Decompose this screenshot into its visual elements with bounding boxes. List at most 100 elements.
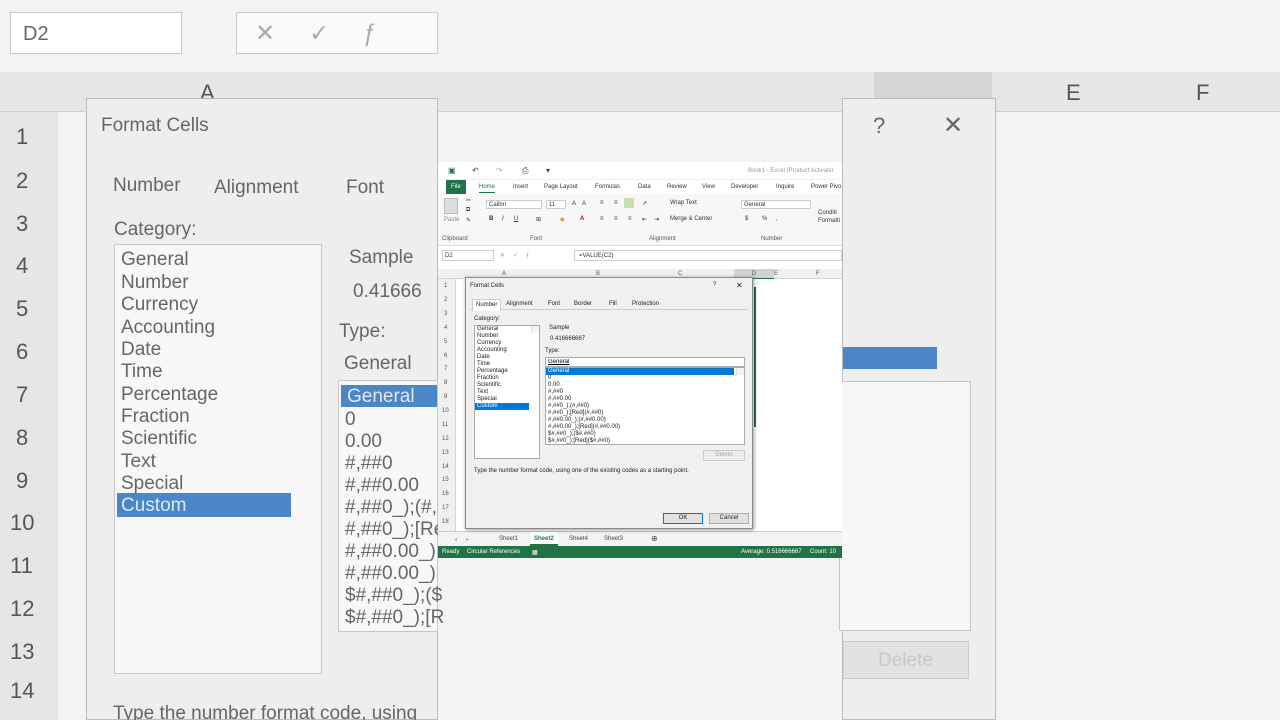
category-list[interactable]: General Number Currency Accounting Date … — [474, 325, 540, 459]
row-7[interactable]: 7 — [444, 366, 447, 372]
number-format-select[interactable]: General — [741, 200, 811, 209]
row-3[interactable]: 3 — [444, 311, 447, 317]
category-special[interactable]: Special — [475, 396, 539, 403]
type-item[interactable]: #,##0.00_);[Red](#,##0.00) — [546, 424, 744, 431]
category-time[interactable]: Time — [475, 361, 539, 368]
close-icon[interactable]: ✕ — [736, 281, 743, 290]
type-item[interactable]: 0 — [546, 375, 744, 382]
type-item[interactable]: #,##0.00_);(#,##0.00) — [546, 417, 744, 424]
tab-formulas[interactable]: Formulas — [595, 184, 620, 190]
underline-icon[interactable]: U — [514, 216, 518, 222]
scroll-sheets-right-icon[interactable]: ▸ — [466, 536, 469, 543]
percent-icon[interactable]: % — [762, 216, 767, 222]
format-painter-icon[interactable]: ✎ — [466, 217, 471, 224]
col-e[interactable]: E — [774, 271, 778, 277]
save-icon[interactable]: ▣ — [448, 166, 456, 175]
sheet-tab-4[interactable]: Sheet4 — [569, 536, 588, 542]
help-icon[interactable]: ? — [713, 282, 716, 288]
type-item[interactable]: #,##0_);(#,##0) — [546, 403, 744, 410]
row-6[interactable]: 6 — [444, 353, 447, 359]
delete-button[interactable]: Delete — [703, 450, 745, 461]
borders-icon[interactable]: ⊞ — [536, 216, 541, 223]
tab-border[interactable]: Border — [574, 301, 592, 307]
category-fraction[interactable]: Fraction — [475, 375, 539, 382]
tab-inquire[interactable]: Inquire — [776, 184, 794, 190]
row-13[interactable]: 13 — [442, 450, 449, 456]
type-item[interactable]: #,##0 — [546, 389, 744, 396]
orientation-icon[interactable]: ↗ — [642, 200, 647, 207]
type-scrollbar[interactable] — [736, 368, 744, 375]
name-box[interactable]: D2 — [442, 250, 494, 261]
sheet-tab-1[interactable]: Sheet1 — [499, 536, 518, 542]
tab-fill[interactable]: Fill — [609, 301, 617, 307]
type-item[interactable]: General — [546, 368, 734, 375]
tab-page-layout[interactable]: Page Layout — [544, 184, 578, 190]
font-size-select[interactable]: 11 — [546, 200, 566, 209]
row-17[interactable]: 17 — [442, 505, 449, 511]
comma-icon[interactable]: , — [776, 216, 778, 222]
new-sheet-icon[interactable]: ⊕ — [651, 534, 658, 543]
paste-icon[interactable] — [444, 198, 458, 214]
tab-data[interactable]: Data — [638, 184, 651, 190]
font-color-icon[interactable]: A — [580, 216, 584, 222]
align-right-icon[interactable]: ≡ — [628, 216, 632, 222]
row-4[interactable]: 4 — [444, 325, 447, 331]
tab-number[interactable]: Number — [472, 299, 502, 311]
row-10[interactable]: 10 — [442, 408, 449, 414]
fill-color-icon[interactable]: ◆ — [560, 216, 565, 223]
row-11[interactable]: 11 — [442, 422, 448, 428]
redo-icon[interactable]: ↷ — [496, 166, 503, 175]
ok-button[interactable]: OK — [663, 513, 703, 524]
category-text[interactable]: Text — [475, 389, 539, 396]
tab-power-pivot[interactable]: Power Pivo — [811, 184, 841, 190]
row-12[interactable]: 12 — [442, 436, 449, 442]
row-8[interactable]: 8 — [444, 380, 447, 386]
font-name-select[interactable]: Calibri — [486, 200, 542, 209]
conditional-formatting-button[interactable]: Conditi — [818, 210, 837, 216]
type-item[interactable]: #,##0.00 — [546, 396, 744, 403]
category-number[interactable]: Number — [475, 333, 539, 340]
align-left-icon[interactable]: ≡ — [600, 216, 604, 222]
type-item[interactable]: #,##0_);[Red](#,##0) — [546, 410, 744, 417]
row-16[interactable]: 16 — [442, 491, 449, 497]
align-top-icon[interactable]: ≡ — [600, 200, 604, 206]
type-item[interactable]: $#,##0_);[Red]($#,##0) — [546, 438, 744, 445]
category-currency[interactable]: Currency — [475, 340, 539, 347]
formula-input[interactable]: =VALUE(C2) — [574, 250, 842, 261]
macro-record-icon[interactable]: ▦ — [532, 549, 538, 556]
tab-file[interactable]: File — [446, 180, 466, 194]
align-center-icon[interactable]: ≡ — [614, 216, 618, 222]
tab-insert[interactable]: Insert — [513, 184, 528, 190]
decrease-indent-icon[interactable]: ⇤ — [642, 216, 647, 223]
wrap-text-button[interactable]: Wrap Text — [670, 200, 697, 206]
decrease-font-icon[interactable]: A — [582, 201, 586, 207]
col-f[interactable]: F — [816, 271, 820, 277]
tab-view[interactable]: View — [702, 184, 715, 190]
cut-icon[interactable]: ✂ — [466, 197, 471, 204]
type-item[interactable]: $#,##0_);($#,##0) — [546, 431, 744, 438]
category-general[interactable]: General — [475, 326, 539, 333]
row-2[interactable]: 2 — [444, 297, 447, 303]
bold-icon[interactable]: B — [489, 216, 493, 222]
undo-icon[interactable]: ↶ — [472, 166, 479, 175]
category-percentage[interactable]: Percentage — [475, 368, 539, 375]
category-date[interactable]: Date — [475, 354, 539, 361]
row-1[interactable]: 1 — [444, 283, 447, 289]
merge-center-button[interactable]: Merge & Center — [670, 216, 712, 222]
category-accounting[interactable]: Accounting — [475, 347, 539, 354]
print-preview-icon[interactable]: ⎙ — [522, 166, 528, 176]
category-custom[interactable]: Custom — [475, 403, 529, 410]
scroll-sheets-left-icon[interactable]: ◂ — [454, 536, 457, 543]
copy-icon[interactable]: ⧉ — [466, 207, 470, 214]
increase-indent-icon[interactable]: ⇥ — [654, 216, 659, 223]
tab-review[interactable]: Review — [667, 184, 687, 190]
align-bottom-icon[interactable] — [624, 198, 634, 208]
category-scrollbar[interactable] — [531, 326, 539, 333]
tab-home[interactable]: Home — [479, 184, 496, 193]
tab-font[interactable]: Font — [548, 301, 560, 307]
increase-font-icon[interactable]: A — [572, 201, 576, 207]
type-input[interactable] — [545, 357, 745, 367]
customize-qat-icon[interactable]: ▾ — [546, 166, 550, 175]
type-item[interactable]: 0.00 — [546, 382, 744, 389]
status-circular-references[interactable]: Circular References — [467, 549, 520, 555]
